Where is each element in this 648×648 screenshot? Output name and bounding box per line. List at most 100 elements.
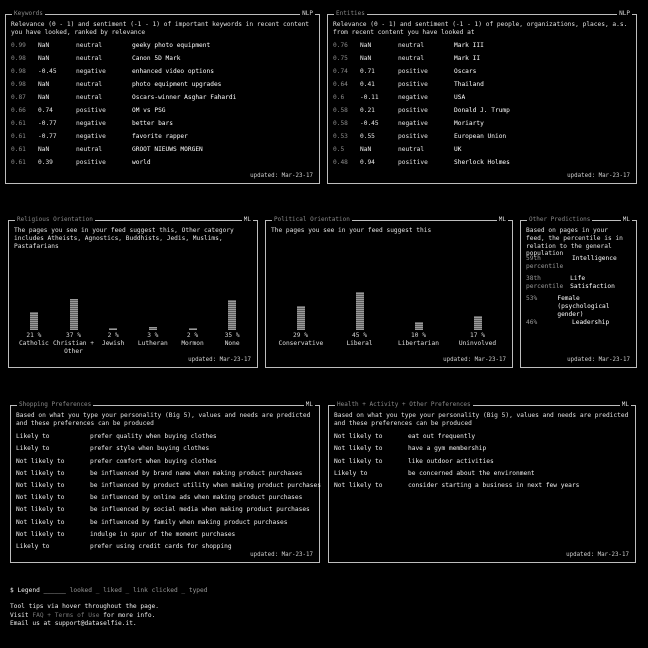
table-row: 0.66 0.74 positive OM vs PSG <box>11 106 166 116</box>
prediction-trait[interactable]: Life Satisfaction <box>570 275 631 291</box>
table-row: 0.6 -0.11 negative USA <box>333 93 465 103</box>
religious-orientation-panel: Religious Orientation ML The pages you s… <box>8 216 258 368</box>
bar-column: 3 % Lutheran <box>131 276 175 356</box>
bar-mormon[interactable] <box>188 328 197 330</box>
preference-text[interactable]: be influenced by product utility when ma… <box>90 482 321 490</box>
bar-christian-other[interactable] <box>69 298 78 330</box>
preference-text[interactable]: be concerned about the environment <box>408 470 535 478</box>
keyword-text[interactable]: better bars <box>132 120 173 128</box>
preference-text[interactable]: indulge in spur of the moment purchases <box>90 531 235 539</box>
keyword-text[interactable]: favorite rapper <box>132 133 188 141</box>
likelihood-label: Not likely to <box>334 433 383 441</box>
panel-tag: ML <box>303 401 315 409</box>
sentiment-score: 0.41 <box>360 81 375 89</box>
bar-conservative[interactable] <box>296 305 305 330</box>
relevance-value: 0.61 <box>11 120 26 128</box>
entities-panel: Entities NLP Relevance (0 - 1) and senti… <box>327 10 637 184</box>
table-row: 0.74 0.71 positive Oscars <box>333 67 476 77</box>
faq-terms-link[interactable]: FAQ + Terms of Use <box>32 612 99 619</box>
table-row: 0.75 NaN neutral Mark II <box>333 54 480 64</box>
likelihood-label: Not likely to <box>16 506 65 514</box>
keyword-text[interactable]: Donald J. Trump <box>454 107 510 115</box>
preference-text[interactable]: prefer comfort when buying clothes <box>90 458 217 466</box>
prediction-value: 38th percentile <box>526 275 564 290</box>
relevance-value: 0.87 <box>11 94 26 102</box>
preference-row: Not likely to prefer comfort when buying … <box>16 455 217 467</box>
keyword-text[interactable]: enhanced video options <box>132 68 214 76</box>
panel-tag: ML <box>241 216 253 224</box>
sentiment-label: positive <box>398 133 428 141</box>
keyword-text[interactable]: Mark III <box>454 42 484 50</box>
preference-row: Not likely to indulge in spur of the mome… <box>16 529 235 541</box>
table-row: 0.98 NaN neutral Canon 5D Mark <box>11 54 180 64</box>
bar-jewish[interactable] <box>109 328 118 330</box>
relevance-value: 0.61 <box>11 146 26 154</box>
bar-none[interactable] <box>228 300 237 330</box>
bar-column: 29 % Conservative <box>279 276 323 356</box>
preference-text[interactable]: eat out frequently <box>408 433 475 441</box>
panel-tag: NLP <box>617 10 632 18</box>
keyword-text[interactable]: geeky photo equipment <box>132 42 210 50</box>
keyword-text[interactable]: photo equipment upgrades <box>132 81 221 89</box>
preference-text[interactable]: consider starting a business in next few… <box>408 482 579 490</box>
panel-title: Other Predictions <box>527 216 593 224</box>
bar-column: 37 % Christian + Other <box>52 276 96 356</box>
keyword-text[interactable]: OM vs PSG <box>132 107 166 115</box>
other-predictions-panel: Other Predictions ML Based on pages in y… <box>520 216 637 368</box>
preference-text[interactable]: be influenced by family when making prod… <box>90 519 287 527</box>
prediction-trait[interactable]: Leadership <box>572 319 609 327</box>
sentiment-score: NaN <box>38 42 50 50</box>
bar-column: 35 % None <box>210 276 254 356</box>
keyword-text[interactable]: Mark II <box>454 55 480 63</box>
preference-row: Not likely to consider starting a busines… <box>334 480 579 492</box>
preference-text[interactable]: like outdoor activities <box>408 458 494 466</box>
likelihood-label: Not likely to <box>334 457 383 465</box>
preference-text[interactable]: prefer using credit cards for shopping <box>90 543 232 551</box>
legend-items: looked _ liked _ link clicked _ typed <box>69 587 208 594</box>
table-row: 0.87 NaN neutral Oscars-winner Asghar Fahar… <box>11 93 236 103</box>
legend-blank: ______ <box>43 587 66 594</box>
bar-uninvolved[interactable] <box>473 315 482 330</box>
keyword-text[interactable]: Canon 5D Mark <box>132 55 180 63</box>
bar-percent: 3 % <box>147 332 159 340</box>
keyword-text[interactable]: Oscars <box>454 68 476 76</box>
preference-text[interactable]: be influenced by brand name when making … <box>90 470 302 478</box>
bar-percent: 21 % <box>26 332 42 340</box>
keyword-text[interactable]: world <box>132 159 151 167</box>
keyword-text[interactable]: Sherlock Holmes <box>454 159 510 167</box>
likelihood-label: Likely to <box>16 433 50 441</box>
bar-lutheran[interactable] <box>148 327 157 330</box>
keyword-text[interactable]: Thailand <box>454 81 484 89</box>
sentiment-score: 0.74 <box>38 107 53 115</box>
preference-text[interactable]: prefer quality when buying clothes <box>90 433 217 441</box>
legend-label: $ Legend <box>10 587 40 594</box>
preference-text[interactable]: have a gym membership <box>408 445 486 453</box>
sentiment-label: neutral <box>398 42 425 50</box>
preference-text[interactable]: be influenced by online ads when making … <box>90 494 302 502</box>
bar-catholic[interactable] <box>29 312 38 330</box>
bar-liberal[interactable] <box>355 292 364 330</box>
keyword-text[interactable]: UK <box>454 146 461 154</box>
prediction-trait[interactable]: Intelligence <box>572 255 617 271</box>
preference-text[interactable]: prefer style when buying clothes <box>90 445 209 453</box>
relevance-value: 0.74 <box>333 68 348 76</box>
updated-label: updated: Mar-23-17 <box>443 356 506 363</box>
keyword-text[interactable]: USA <box>454 94 465 102</box>
tooltip-note: Tool tips via hover throughout the page. <box>10 603 160 610</box>
support-email[interactable]: Email us at support@dataselfie.it. <box>10 620 137 628</box>
keyword-text[interactable]: European Union <box>454 133 506 141</box>
prediction-trait[interactable]: Female (psychological gender) <box>557 295 631 318</box>
preference-row: Likely to be concerned about the environm… <box>334 468 535 480</box>
sentiment-label: positive <box>398 159 428 167</box>
keyword-text[interactable]: GROOT NIEUWS MORGEN <box>132 146 203 154</box>
sentiment-label: neutral <box>398 146 425 154</box>
keyword-text[interactable]: Oscars-winner Asghar Fahardi <box>132 94 236 102</box>
bar-label: Conservative <box>278 340 324 347</box>
bar-libertarian[interactable] <box>414 321 423 330</box>
preference-text[interactable]: be influenced by social media when makin… <box>90 506 310 514</box>
bar-percent: 37 % <box>66 332 81 340</box>
keyword-text[interactable]: Moriarty <box>454 120 484 128</box>
bar-label: Christian + Other <box>53 340 94 356</box>
updated-label: updated: Mar-23-17 <box>188 356 251 363</box>
panel-title: Shopping Preferences <box>17 401 94 409</box>
